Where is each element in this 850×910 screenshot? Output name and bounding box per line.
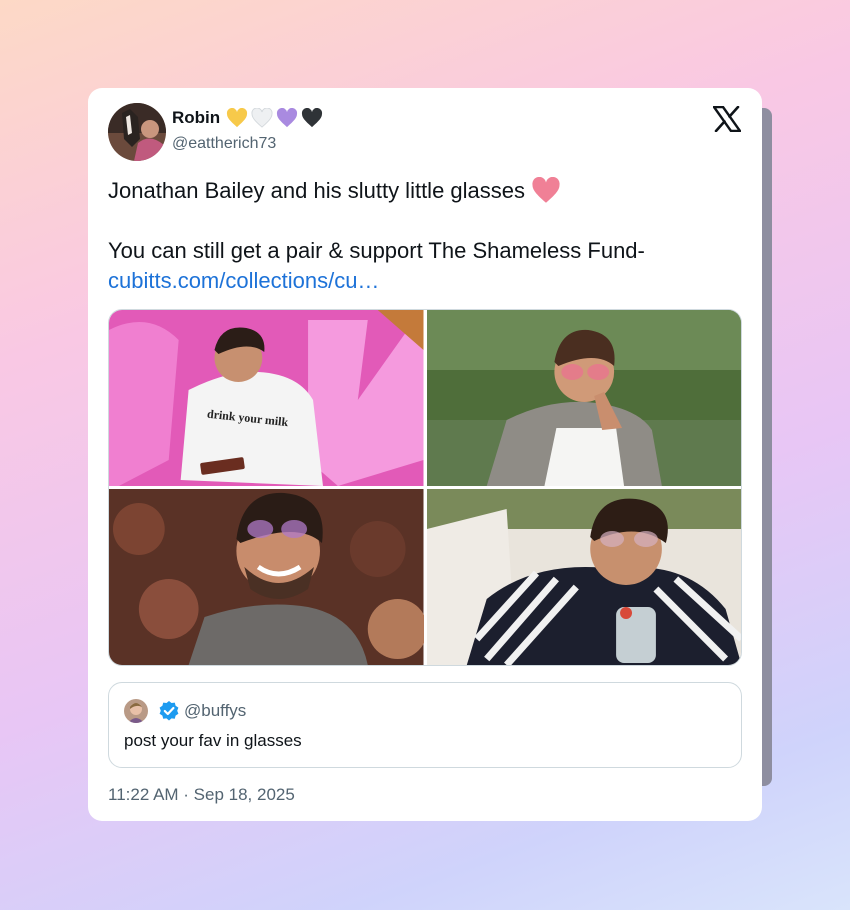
tweet-text-line2: You can still get a pair & support The S… bbox=[108, 238, 645, 263]
pink-heart-icon bbox=[532, 176, 560, 203]
verified-badge-icon bbox=[159, 701, 179, 721]
tweet-text: Jonathan Bailey and his slutty little gl… bbox=[108, 176, 738, 296]
photo-outdoor-pink-glasses[interactable] bbox=[426, 310, 741, 486]
photo-crowd-smiling[interactable] bbox=[109, 489, 424, 665]
author-name[interactable]: Robin bbox=[172, 108, 220, 128]
x-logo-icon[interactable] bbox=[713, 106, 741, 132]
name-hearts bbox=[226, 108, 323, 128]
white-heart-icon bbox=[251, 108, 273, 128]
author-handle[interactable]: @eattherich73 bbox=[172, 135, 276, 153]
yellow-heart-icon bbox=[227, 108, 248, 128]
quoted-handle[interactable]: @buffys bbox=[184, 701, 246, 721]
quoted-tweet[interactable]: @buffys post your fav in glasses bbox=[108, 682, 742, 768]
purple-heart-icon bbox=[277, 108, 298, 128]
author-avatar[interactable] bbox=[108, 103, 166, 161]
tweet-link[interactable]: cubitts.com/collections/cu… bbox=[108, 268, 379, 293]
quoted-avatar[interactable] bbox=[124, 699, 148, 723]
photo-grid: drink your milk bbox=[108, 309, 742, 666]
tweet-card[interactable]: Robin @eattherich73 Jonathan Bailey and … bbox=[88, 88, 762, 821]
quoted-text: post your fav in glasses bbox=[124, 731, 302, 750]
photo-pink-backdrop[interactable]: drink your milk bbox=[109, 310, 424, 486]
tweet-timestamp[interactable]: 11:22 AM · Sep 18, 2025 bbox=[108, 785, 295, 805]
black-heart-icon bbox=[302, 108, 323, 128]
tweet-text-line1: Jonathan Bailey and his slutty little gl… bbox=[108, 178, 526, 203]
author-name-row: Robin bbox=[172, 108, 323, 128]
photo-striped-sweater[interactable] bbox=[426, 489, 741, 665]
